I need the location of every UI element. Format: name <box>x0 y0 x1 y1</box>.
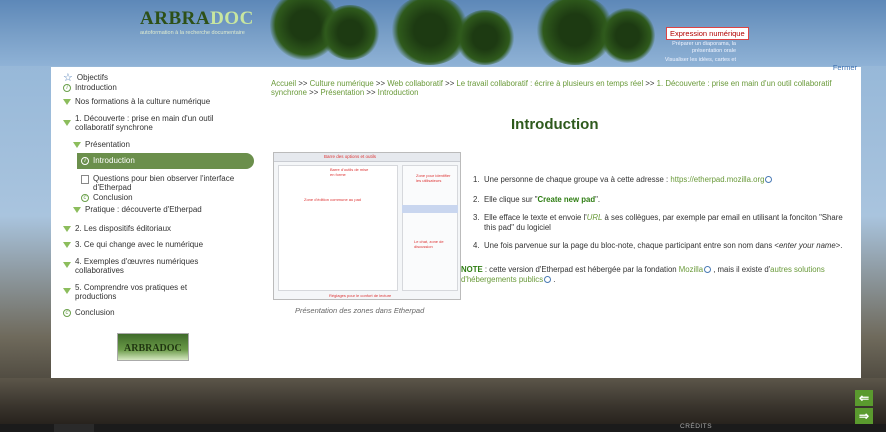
figure-pad-area <box>278 165 398 291</box>
list-item: 4. Une fois parvenue sur la page du bloc-… <box>473 241 843 250</box>
tree-decoration <box>600 8 655 63</box>
sidebar-item-section-4[interactable]: 4. Exemples d'œuvres numériques collabor… <box>63 257 223 275</box>
sidebar-item-label: Introduction <box>75 83 117 92</box>
conclusion-icon: c <box>81 194 89 202</box>
site-logo[interactable]: ARBRADOC autoformation à la recherche do… <box>140 8 258 36</box>
expression-link[interactable]: Expression numérique <box>666 27 749 40</box>
external-link-icon[interactable] <box>765 176 773 183</box>
figure-note-edit: Zone d'édition commune au pad <box>304 197 362 202</box>
info-icon: i <box>63 84 71 92</box>
list-item: 3. Elle efface le texte et envoie l'URL à… <box>473 213 843 232</box>
sidebar-item-pratique[interactable]: Pratique : découverte d'Etherpad <box>73 205 202 214</box>
breadcrumb-item[interactable]: Le travail collaboratif : écrire à plusi… <box>456 79 643 88</box>
url-glossary-link[interactable]: URL <box>587 213 603 222</box>
figure-note-toolbar: Barre des options et outils <box>324 154 377 159</box>
sidebar-item-label: 2. Les dispositifs éditoriaux <box>75 224 172 233</box>
credits-link[interactable]: CRÉDITS <box>680 423 712 430</box>
logo-main: ARBRA <box>140 8 211 29</box>
breadcrumb: Accueil >> Culture numérique >> Web coll… <box>271 79 832 97</box>
external-link-icon[interactable] <box>704 266 712 273</box>
sidebar-item-presentation[interactable]: Présentation <box>73 140 130 149</box>
sidebar-logo-text: ARBRADOC <box>124 343 182 354</box>
sidebar-item-label: 5. Comprendre vos pratiques et productio… <box>75 283 188 301</box>
sidebar-nav: ☆ Objectifs i Introduction Nos formation… <box>51 67 256 378</box>
expand-triangle-icon <box>63 226 71 232</box>
etherpad-screenshot[interactable]: Barre des options et outils Barre d'outi… <box>273 152 461 300</box>
star-icon: ☆ <box>63 72 73 84</box>
sidebar-item-questions[interactable]: Questions pour bien observer l'interface… <box>81 174 251 192</box>
logo-accent: DOC <box>210 8 254 29</box>
breadcrumb-item[interactable]: Web collaboratif <box>387 79 443 88</box>
footer-tab[interactable] <box>54 424 94 432</box>
header-sub-1[interactable]: Préparer un diaporama, la <box>660 41 736 47</box>
close-link[interactable]: Fermer <box>833 63 857 72</box>
sidebar-item-label: Conclusion <box>75 308 115 317</box>
header-sub-3[interactable]: Visualiser les idées, cartes et <box>660 57 736 63</box>
list-item: 1. Une personne de chaque groupe va à cet… <box>473 175 851 185</box>
figure-chat-area <box>402 165 458 291</box>
site-header: ARBRADOC autoformation à la recherche do… <box>0 0 886 66</box>
hosting-note: NOTE : cette version d'Etherpad est hébe… <box>461 265 825 284</box>
sidebar-item-label: Pratique : découverte d'Etherpad <box>85 205 202 214</box>
figure-note-format: Barre d'outils de mise en forme <box>330 167 369 177</box>
tree-decoration <box>455 10 515 65</box>
header-sub-2[interactable]: présentation orale <box>660 48 736 54</box>
figure-note-users: Zone pour identifier les utilisateurs <box>416 173 451 183</box>
breadcrumb-item[interactable]: Introduction <box>378 88 419 97</box>
sidebar-item-label: Nos formations à la culture numérique <box>75 97 211 106</box>
sidebar-item-intro-active[interactable]: i Introduction <box>81 156 135 165</box>
logo-tagline: autoformation à la recherche documentair… <box>140 30 245 36</box>
create-pad-label: Create new pad <box>537 195 596 204</box>
page-title: Introduction <box>511 116 599 133</box>
sidebar-item-conclusion[interactable]: c Conclusion <box>63 308 115 317</box>
breadcrumb-item[interactable]: Accueil <box>271 79 296 88</box>
tree-decoration <box>320 5 380 60</box>
expand-triangle-icon <box>73 142 81 148</box>
sidebar-item-conclusion-sub[interactable]: c Conclusion <box>81 193 133 202</box>
sidebar-item-label: Introduction <box>93 156 135 165</box>
expand-triangle-icon <box>63 99 71 105</box>
previous-page-button[interactable]: ⇐ <box>855 390 873 406</box>
figure-highlight <box>402 205 458 213</box>
sidebar-item-introduction[interactable]: i Introduction <box>63 83 117 92</box>
sidebar-item-section-2[interactable]: 2. Les dispositifs éditoriaux <box>63 224 171 233</box>
document-icon <box>81 175 89 184</box>
content-panel: Fermer ☆ Objectifs i Introduction Nos fo… <box>51 63 861 378</box>
sidebar-item-label: 1. Découverte : prise en main d'un outil… <box>75 114 214 132</box>
sidebar-item-label: Objectifs <box>76 73 108 82</box>
expand-triangle-icon <box>63 242 71 248</box>
sidebar-item-section-1[interactable]: 1. Découverte : prise en main d'un outil… <box>63 114 248 132</box>
expand-triangle-icon <box>73 207 81 213</box>
sidebar-item-objectives[interactable]: ☆ Objectifs <box>63 72 108 84</box>
figure-note-settings: Réglages pour le confort de lecture <box>329 293 392 298</box>
sidebar-item-section-5[interactable]: 5. Comprendre vos pratiques et productio… <box>63 283 223 301</box>
sidebar-item-label: Présentation <box>85 140 130 149</box>
sidebar-item-label: 4. Exemples d'œuvres numériques collabor… <box>75 257 199 275</box>
sidebar-item-section-3[interactable]: 3. Ce qui change avec le numérique <box>63 240 203 249</box>
breadcrumb-item[interactable]: Présentation <box>320 88 364 97</box>
expand-triangle-icon <box>63 262 71 268</box>
next-page-button[interactable]: ⇒ <box>855 408 873 424</box>
expand-triangle-icon <box>63 288 71 294</box>
breadcrumb-item[interactable]: Culture numérique <box>310 79 374 88</box>
expand-triangle-icon <box>63 120 71 126</box>
list-item: 2. Elle clique sur "Create new pad". <box>473 195 601 204</box>
sidebar-logo: ARBRADOC <box>117 333 189 361</box>
sidebar-item-label: Conclusion <box>93 193 133 202</box>
info-icon: i <box>81 157 89 165</box>
sidebar-item-label: Questions pour bien observer l'interface… <box>93 174 235 192</box>
conclusion-icon: c <box>63 309 71 317</box>
sidebar-item-label: 3. Ce qui change avec le numérique <box>75 240 204 249</box>
figure-note-chat: Le chat, zone de discussion <box>414 239 444 249</box>
footer-bar <box>0 424 886 432</box>
etherpad-link[interactable]: https://etherpad.mozilla.org <box>670 175 764 184</box>
mozilla-link[interactable]: Mozilla <box>679 265 703 274</box>
figure-caption: Présentation des zones dans Etherpad <box>295 306 425 315</box>
sidebar-item-formations[interactable]: Nos formations à la culture numérique <box>63 97 210 106</box>
